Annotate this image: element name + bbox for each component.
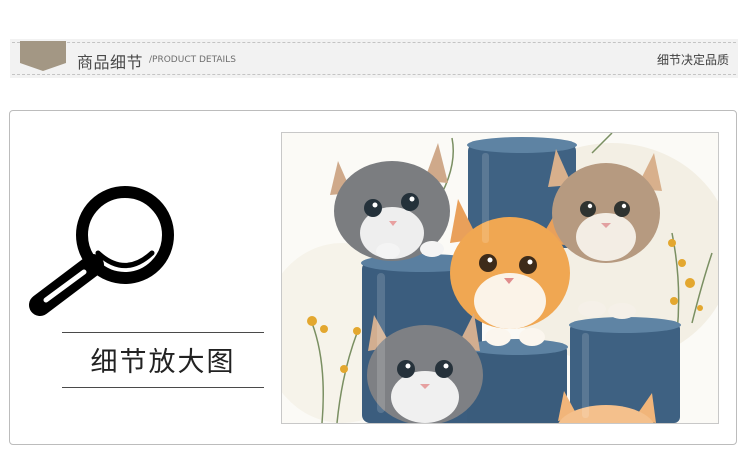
section-header: 商品细节 /PRODUCT DETAILS 细节决定品质 <box>10 39 738 78</box>
magnifier-icon <box>29 186 174 316</box>
header-dashed-line-bottom <box>12 74 736 75</box>
section-slogan: 细节决定品质 <box>656 53 729 67</box>
product-photo <box>281 132 719 424</box>
label-divider-bottom <box>62 387 264 388</box>
header-dashed-line-top <box>12 42 736 43</box>
detail-zoom-label: 细节放大图 <box>90 347 236 378</box>
label-divider-top <box>62 332 264 333</box>
section-title: 商品细节 <box>77 53 144 72</box>
ribbon-icon <box>20 41 66 71</box>
section-subtitle: /PRODUCT DETAILS <box>149 55 236 65</box>
